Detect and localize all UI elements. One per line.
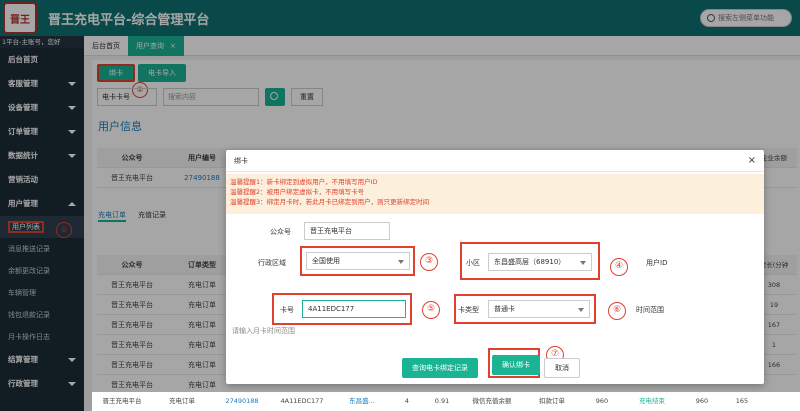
time-range-label: 时间范围 xyxy=(636,306,664,314)
card-no-input[interactable]: 4A11EDC177 xyxy=(302,300,406,318)
region-label: 行政区域 xyxy=(258,259,286,267)
card-no-label: 卡号 xyxy=(280,306,294,314)
tip-line: 温馨提醒1：新卡绑定到虚拟用户，不用填写用户ID xyxy=(230,178,378,186)
table-cell: 东昌盛... xyxy=(349,397,375,405)
card-type-value: 普通卡 xyxy=(494,305,515,313)
step-bubble-6: ⑥ xyxy=(608,302,626,320)
card-no-value: 4A11EDC177 xyxy=(308,305,355,313)
bind-card-dialog: 绑卡 × 温馨提醒1：新卡绑定到虚拟用户，不用填写用户ID 温馨提醒2：被用户绑… xyxy=(226,150,764,384)
table-cell: 微信充值余额 xyxy=(472,397,512,405)
community-select[interactable]: 东昌盛高层（68910） xyxy=(488,253,592,271)
step-bubble-4: ④ xyxy=(610,258,628,276)
tip-line: 温馨提醒2：被用户绑定虚拟卡，不用填写卡号 xyxy=(230,188,365,196)
table-cell: 960 xyxy=(595,397,609,405)
card-type-select[interactable]: 普通卡 xyxy=(488,300,590,318)
table-cell: 27490188 xyxy=(225,397,259,405)
table-cell: 0.91 xyxy=(434,397,450,405)
tip-line: 温馨提醒3：绑定月卡时，若此月卡已绑定到用户，则只更新绑定时间 xyxy=(230,198,430,206)
table-cell: 充电结束 xyxy=(639,397,665,405)
table-cell: 晋王充电平台 xyxy=(102,397,142,405)
date-range-input[interactable]: 请输入月卡时间范围 xyxy=(232,326,295,336)
table-cell: 4 xyxy=(404,397,410,405)
region-value: 全国使用 xyxy=(312,257,340,265)
close-icon[interactable]: × xyxy=(748,150,756,172)
user-id-label: 用户ID xyxy=(646,259,668,267)
community-label: 小区 xyxy=(466,259,480,267)
table-cell: 扣款订单 xyxy=(539,397,565,405)
chevron-down-icon xyxy=(580,261,586,265)
table-cell: 960 xyxy=(695,397,709,405)
card-type-label: 卡类型 xyxy=(458,306,479,314)
step-bubble-5: ⑤ xyxy=(422,301,440,319)
confirm-bind-button[interactable]: 确认绑卡 xyxy=(492,355,540,375)
query-card-records-button[interactable]: 查询电卡绑定记录 xyxy=(402,358,478,378)
community-value: 东昌盛高层（68910） xyxy=(494,258,566,266)
table-cell: 充电订单 xyxy=(169,397,195,405)
table-cell: 4A11EDC177 xyxy=(280,397,324,405)
step-bubble-3: ③ xyxy=(420,253,438,271)
tips-box: 温馨提醒1：新卡绑定到虚拟用户，不用填写用户ID 温馨提醒2：被用户绑定虚拟卡，… xyxy=(226,174,764,214)
chevron-down-icon xyxy=(578,308,584,312)
account-select[interactable]: 晋王充电平台 xyxy=(304,222,390,240)
account-label: 公众号 xyxy=(270,228,291,236)
dialog-header: 绑卡 × xyxy=(226,150,764,172)
region-select[interactable]: 全国使用 xyxy=(306,252,410,270)
dialog-title: 绑卡 xyxy=(234,157,248,165)
table-row: 晋王充电平台 充电订单 27490188 4A11EDC177 东昌盛... 4… xyxy=(92,392,800,411)
cancel-button[interactable]: 取消 xyxy=(544,358,580,378)
account-value: 晋王充电平台 xyxy=(310,227,352,235)
table-cell: 165 xyxy=(735,397,749,405)
chevron-down-icon xyxy=(398,260,404,264)
